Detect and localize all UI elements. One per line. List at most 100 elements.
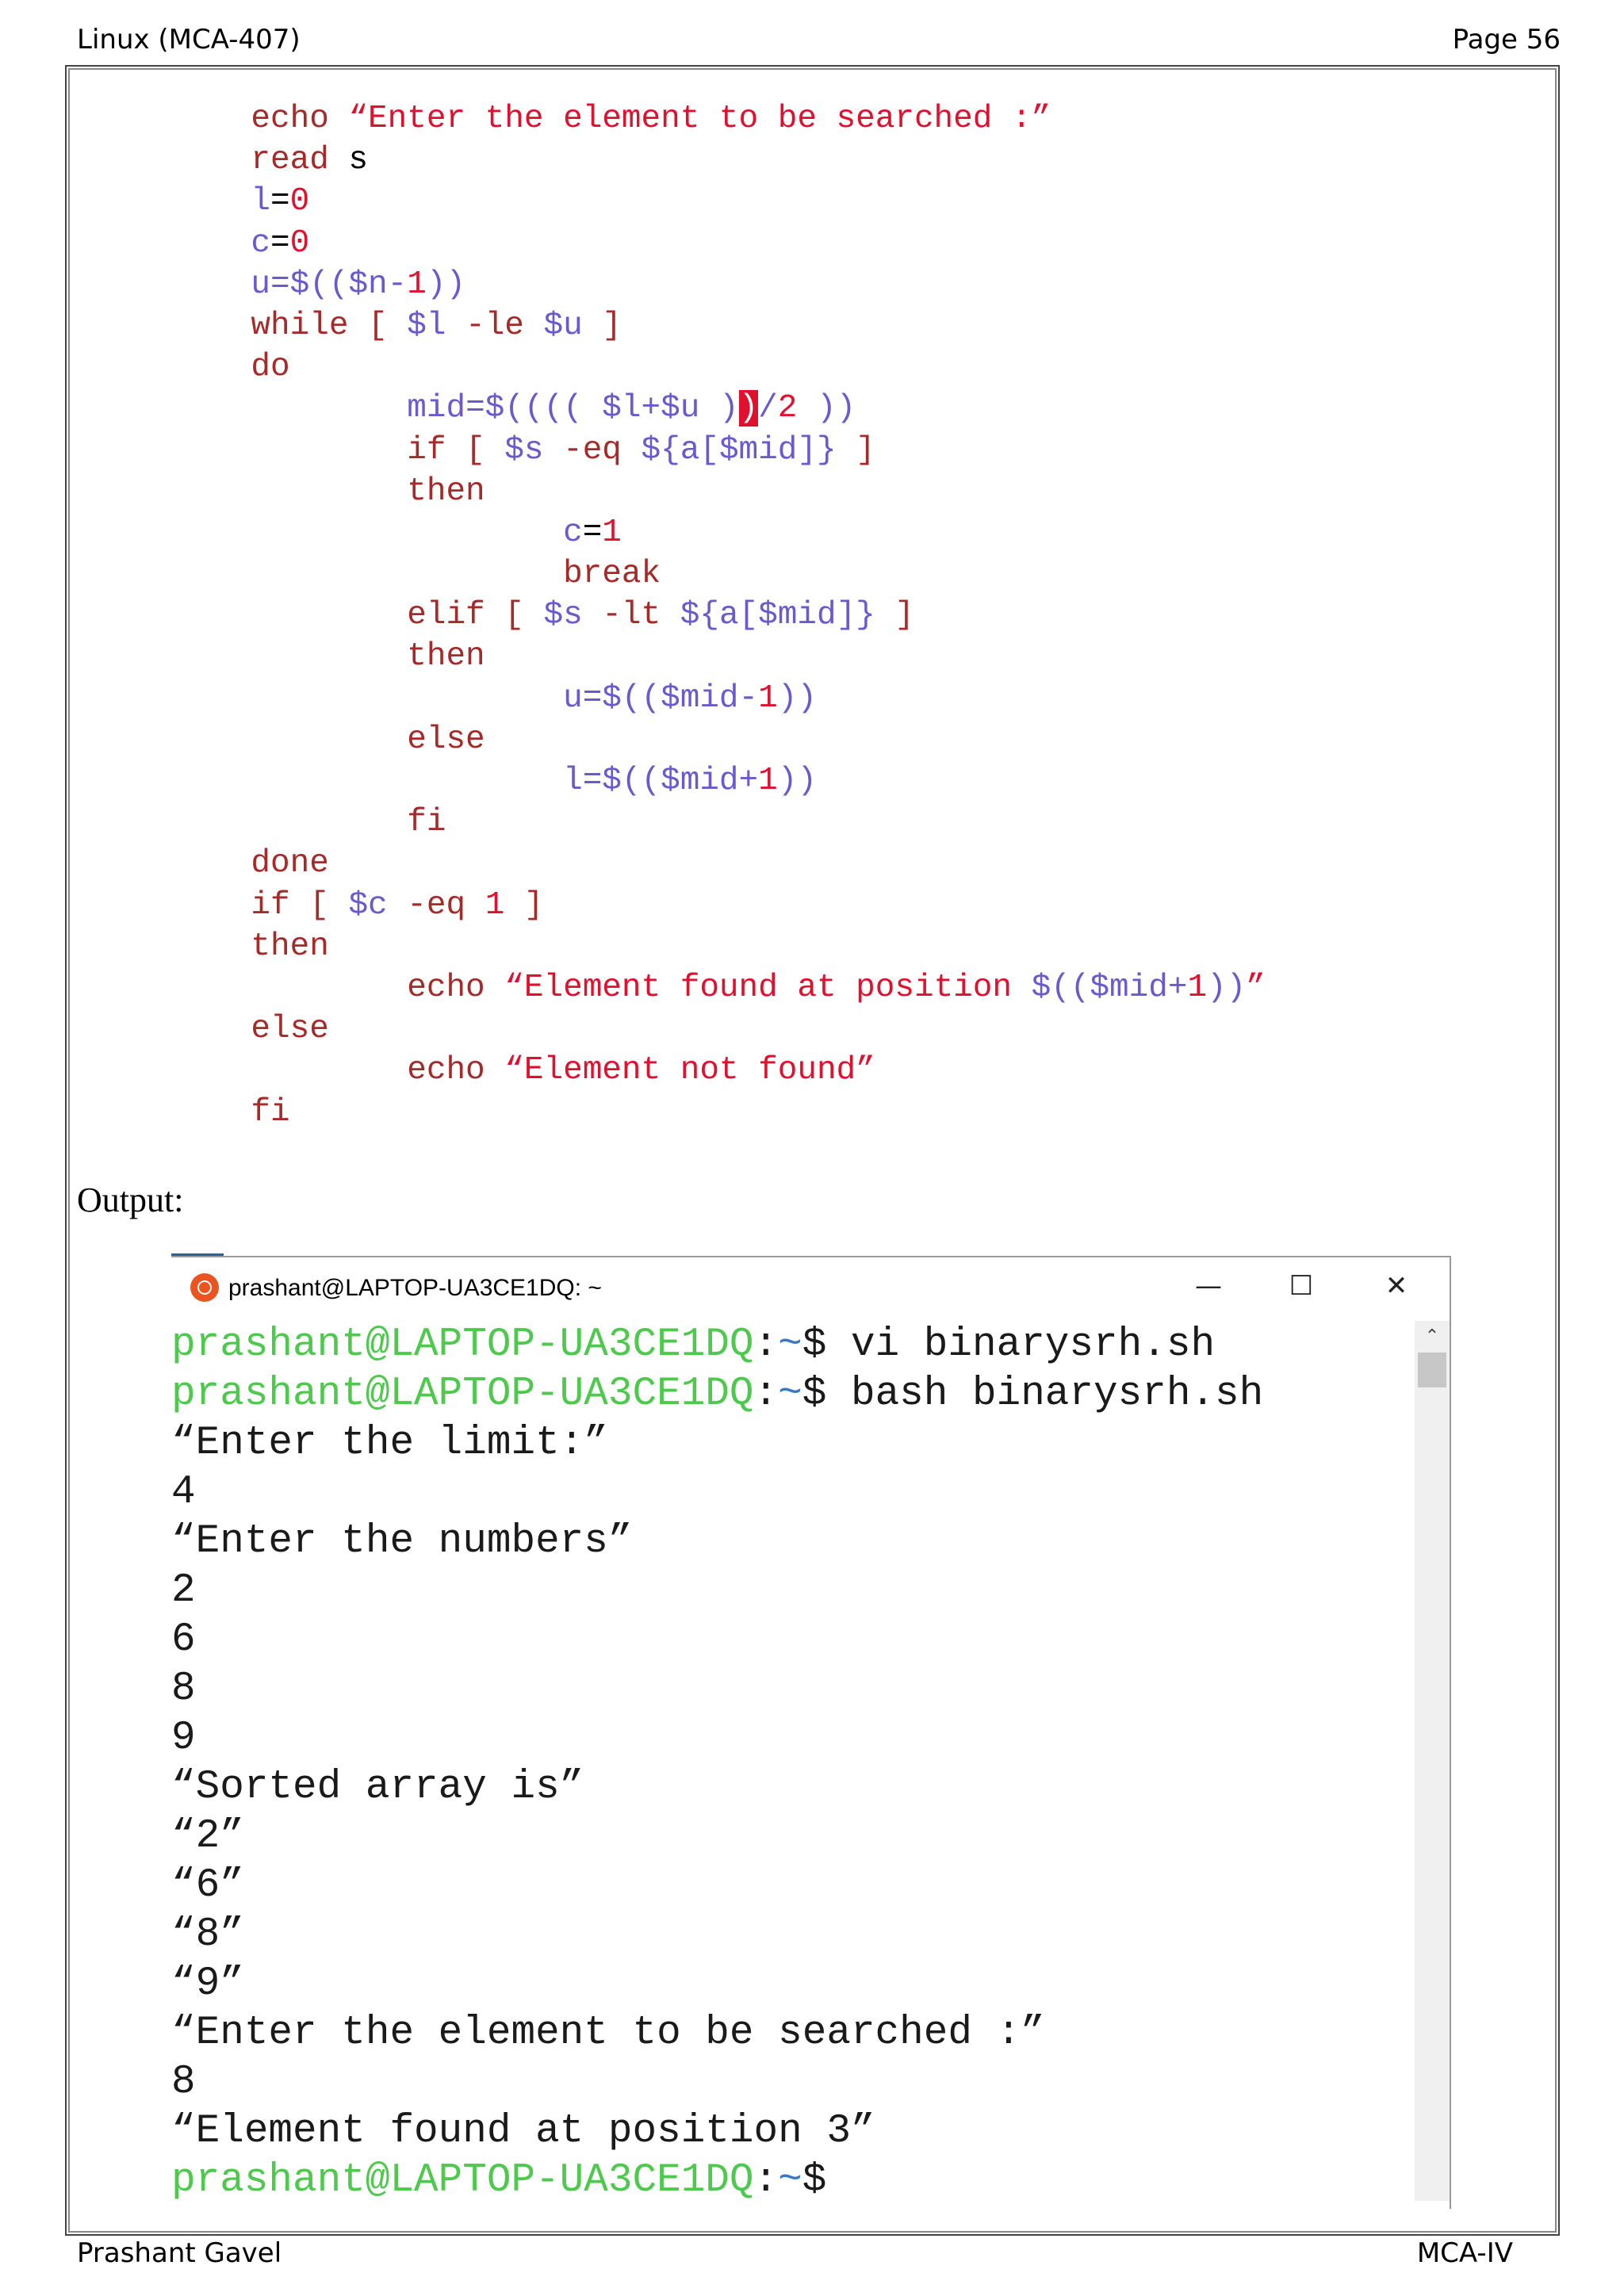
code-line: do xyxy=(173,346,1266,388)
code-token: then xyxy=(173,638,485,675)
code-line: elif [ $s -lt ${a[$mid]} ] xyxy=(173,595,1266,636)
terminal-output-line: “9” xyxy=(171,1961,244,2007)
code-token: fi xyxy=(173,804,446,841)
code-line: u=$(($mid-1)) xyxy=(173,678,1266,719)
code-token: fi xyxy=(173,1093,290,1131)
code-token: read xyxy=(173,142,349,179)
code-token: - xyxy=(387,266,408,303)
scroll-up-icon[interactable]: ⌃ xyxy=(1421,1326,1443,1348)
code-token: ${a[$mid]} xyxy=(680,597,875,634)
code-token: )) xyxy=(777,679,817,717)
terminal-output-line: 8 xyxy=(171,2060,196,2105)
code-token: “Element found at position xyxy=(504,969,1032,1006)
code-token: $mid xyxy=(661,763,739,799)
code-line: if [ $s -eq ${a[$mid]} ] xyxy=(173,430,1266,471)
close-button[interactable]: ✕ xyxy=(1373,1269,1420,1303)
code-token: )) xyxy=(426,266,466,303)
code-token: ${a[$mid]} xyxy=(641,431,837,469)
code-token: ) xyxy=(699,390,739,427)
code-token: $(( xyxy=(1031,969,1090,1006)
code-token: =$(((( xyxy=(465,390,603,427)
code-token: ] xyxy=(836,431,875,469)
code-token: else xyxy=(173,721,485,758)
prompt-dollar: $ xyxy=(802,2158,827,2203)
code-token: $s xyxy=(504,431,544,469)
footer-left: Prashant Gavel xyxy=(77,2237,282,2269)
code-token: l xyxy=(173,763,583,799)
prompt-sep: : xyxy=(753,1322,779,1368)
code-token: if xyxy=(173,431,466,469)
scroll-thumb[interactable] xyxy=(1418,1353,1446,1387)
terminal-output-line: “Enter the numbers” xyxy=(171,1519,633,1564)
code-token: $mid xyxy=(1090,969,1168,1006)
terminal-title: prashant@LAPTOP-UA3CE1DQ: ~ xyxy=(228,1275,602,1301)
code-line: done xyxy=(173,843,1266,884)
code-token: 1 xyxy=(758,679,778,717)
code-token: )) xyxy=(1207,969,1247,1006)
terminal-output-line: “Element found at position 3” xyxy=(171,2109,875,2154)
terminal-titlebar[interactable]: prashant@LAPTOP-UA3CE1DQ: ~ — ☐ ✕ xyxy=(171,1257,1450,1318)
code-token: [ xyxy=(465,431,505,469)
prompt-path: ~ xyxy=(778,1372,802,1417)
code-token: c xyxy=(173,514,583,551)
code-token: s xyxy=(348,142,369,179)
code-token: $c xyxy=(348,886,388,924)
code-token: 1 xyxy=(407,266,427,303)
minimize-button[interactable]: — xyxy=(1185,1269,1232,1303)
code-line: read s xyxy=(173,140,1266,181)
code-token: “Enter the element to be searched :” xyxy=(348,101,1051,137)
code-token: [ xyxy=(309,886,349,924)
code-token: u xyxy=(173,679,583,717)
code-line: u=$(($n-1)) xyxy=(173,264,1266,305)
code-line: l=$(($mid+1)) xyxy=(173,760,1266,802)
code-line: while [ $l -le $u ] xyxy=(173,305,1266,346)
code-token: 1 xyxy=(602,514,622,551)
terminal-output[interactable]: prashant@LAPTOP-UA3CE1DQ:~$ vi binarysrh… xyxy=(171,1321,1263,2206)
terminal-output-line: 4 xyxy=(171,1470,196,1515)
code-token: ] xyxy=(504,886,544,924)
terminal-output-line: 6 xyxy=(171,1617,196,1663)
code-token: elif xyxy=(173,597,505,634)
code-line: echo “Element not found” xyxy=(173,1050,1266,1091)
code-token: = xyxy=(270,183,290,220)
prompt-dollar: $ xyxy=(802,1322,851,1368)
code-token: ] xyxy=(875,597,915,634)
code-token: + xyxy=(641,390,661,427)
code-line: break xyxy=(173,553,1266,595)
code-token: $n xyxy=(348,266,388,303)
terminal-output-line: “2” xyxy=(171,1814,244,1859)
code-line: l=0 xyxy=(173,181,1266,222)
code-token: mid xyxy=(173,390,466,427)
terminal-prompt-line: prashant@LAPTOP-UA3CE1DQ:~$ vi binarysrh… xyxy=(171,1321,1263,1370)
code-token: = xyxy=(270,224,290,262)
terminal-output-line: “Enter the limit:” xyxy=(171,1421,608,1466)
terminal-scrollbar[interactable]: ⌃ xyxy=(1415,1321,1450,2201)
code-token: do xyxy=(173,349,290,386)
code-token: -eq xyxy=(387,886,485,924)
code-token: + xyxy=(738,763,759,799)
prompt-user: prashant@LAPTOP-UA3CE1DQ xyxy=(171,2158,754,2203)
text-cursor: ) xyxy=(738,390,759,427)
terminal-output-line: 9 xyxy=(171,1716,196,1761)
code-token: 0 xyxy=(289,224,310,262)
prompt-path: ~ xyxy=(778,1322,802,1368)
code-token: -lt xyxy=(582,597,680,634)
footer-right: MCA-IV xyxy=(1416,2237,1513,2269)
code-line: mid=$(((( $l+$u ))/2 )) xyxy=(173,388,1266,429)
code-token: c xyxy=(173,224,271,262)
code-line: c=0 xyxy=(173,223,1266,264)
code-line: then xyxy=(173,636,1266,677)
prompt-dollar: $ xyxy=(802,1372,851,1417)
maximize-button[interactable]: ☐ xyxy=(1277,1269,1325,1303)
code-token: done xyxy=(173,845,329,882)
code-token: / xyxy=(758,390,778,427)
terminal-output-line: “6” xyxy=(171,1863,244,1908)
header-left: Linux (MCA-407) xyxy=(77,24,301,55)
code-token: $s xyxy=(543,597,583,634)
code-line: then xyxy=(173,471,1266,512)
header-right: Page 56 xyxy=(1452,24,1561,55)
code-token: “Element not found” xyxy=(504,1052,875,1089)
code-line: if [ $c -eq 1 ] xyxy=(173,885,1266,926)
output-label: Output: xyxy=(77,1181,184,1219)
prompt-user: prashant@LAPTOP-UA3CE1DQ xyxy=(171,1322,754,1368)
